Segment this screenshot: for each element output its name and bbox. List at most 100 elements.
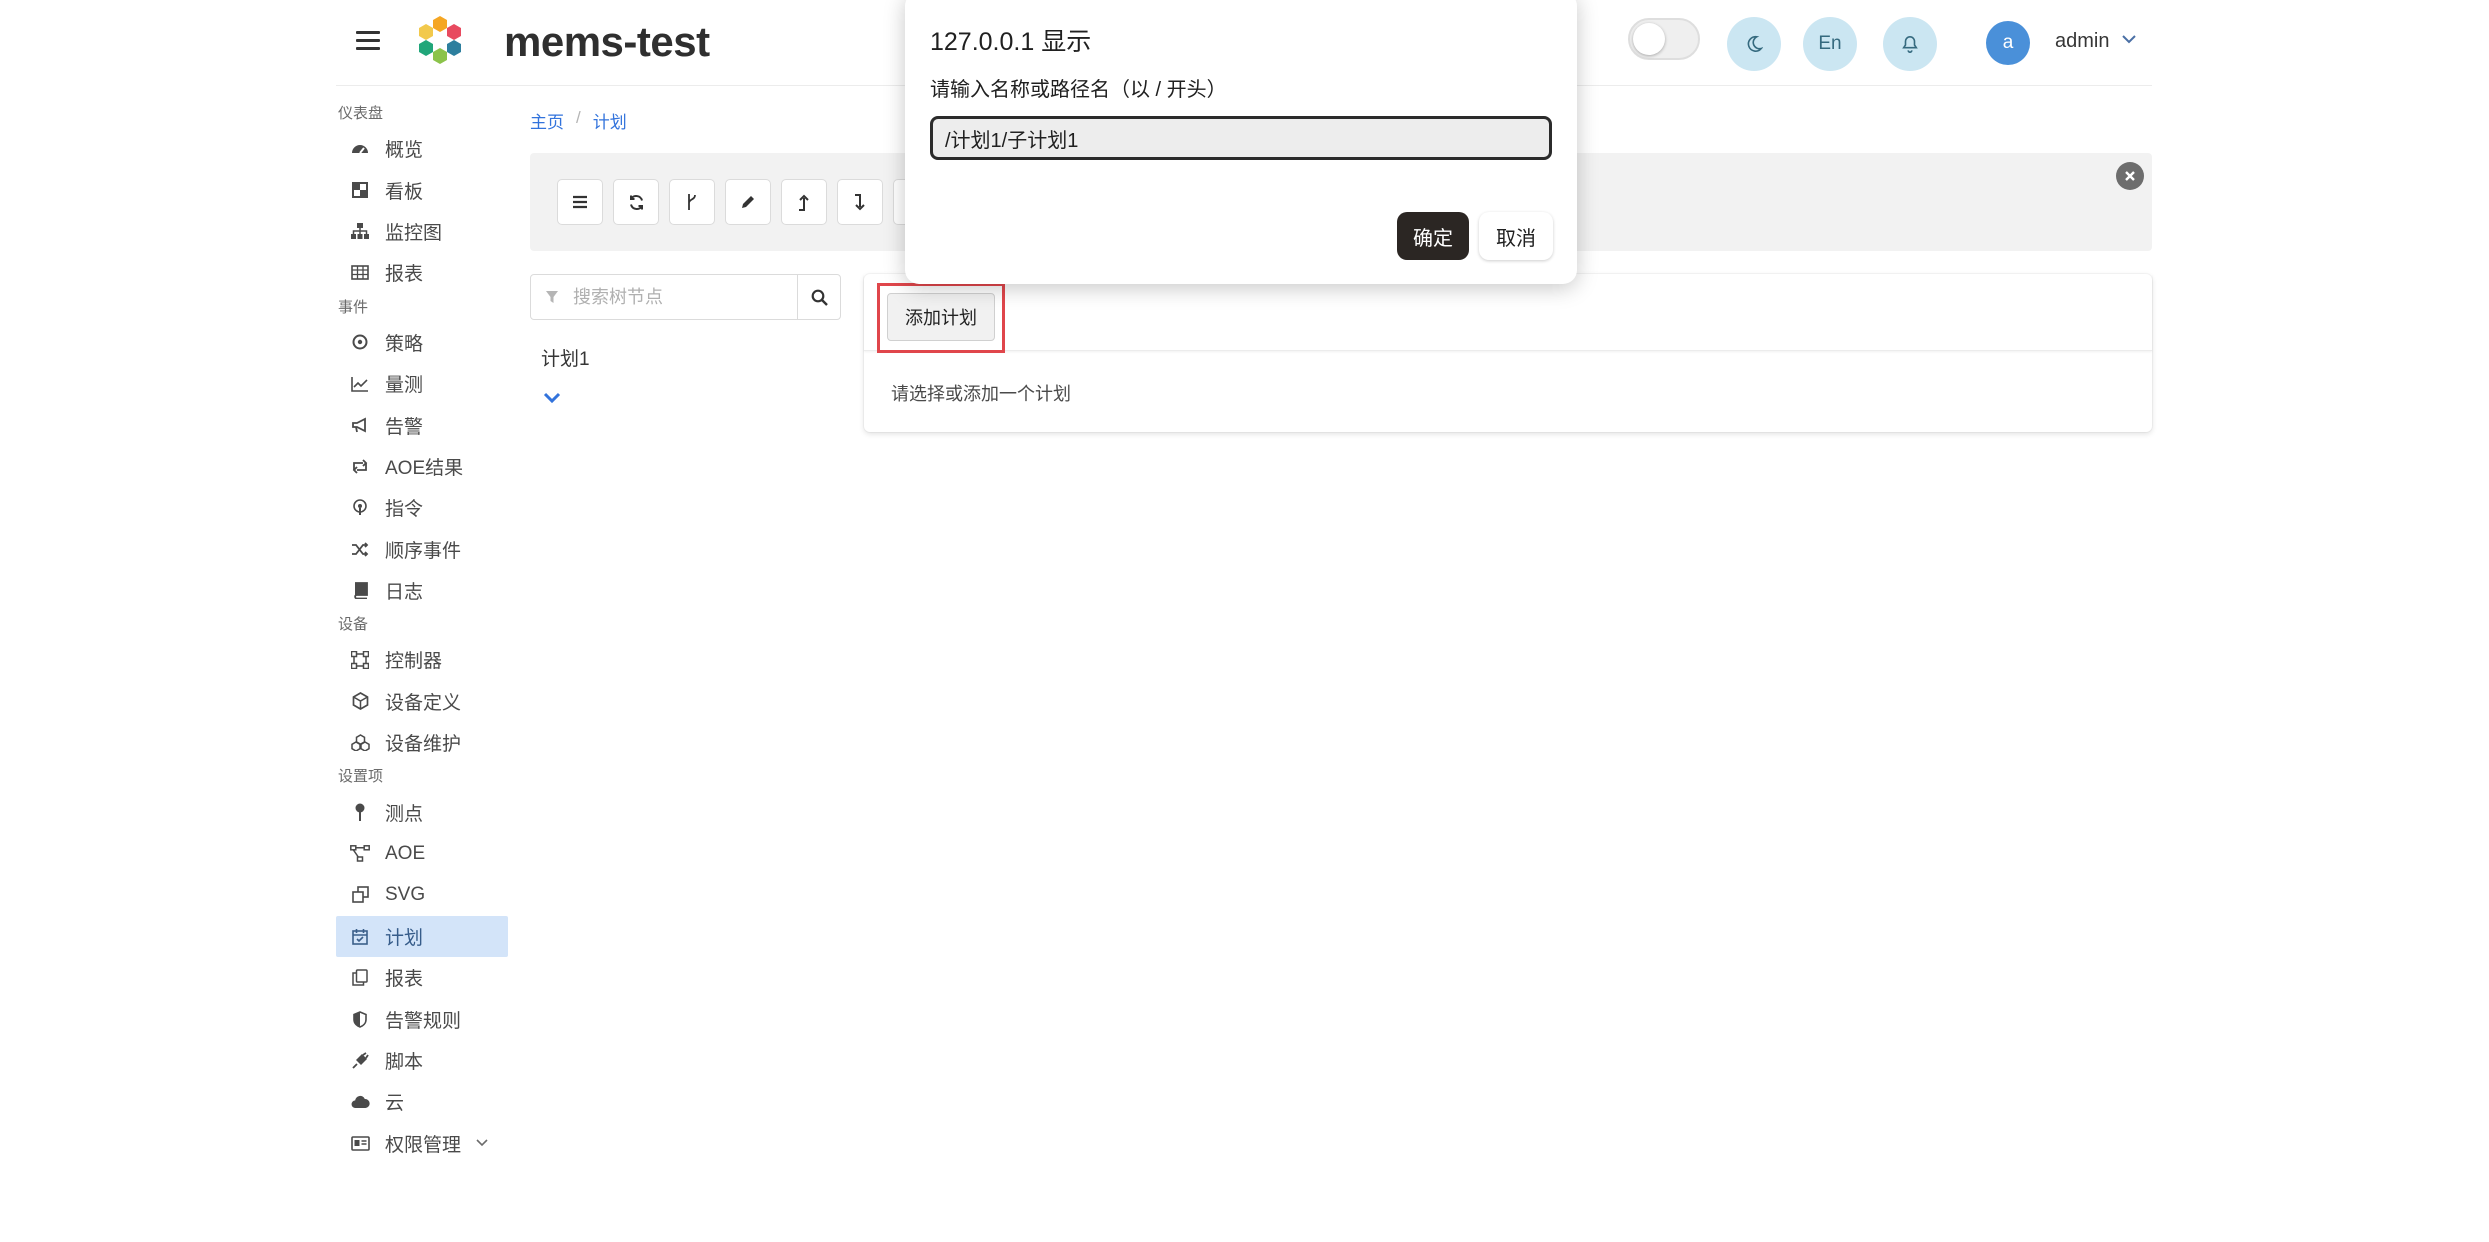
sidebar-section-label: 仪表盘: [338, 105, 384, 122]
cancel-button[interactable]: 取消: [1479, 212, 1553, 260]
breadcrumb: 主页 / 计划: [530, 108, 627, 133]
list-button[interactable]: [557, 179, 603, 225]
cube-icon: [350, 691, 370, 711]
sidebar-item-label: 设备定义: [385, 692, 462, 714]
sidebar-item-log[interactable]: 日志: [336, 570, 508, 611]
id-card-icon: [350, 1133, 370, 1153]
sidebar-item-aoe-result[interactable]: AOE结果: [336, 446, 508, 487]
sidebar-item-label: 概览: [385, 140, 424, 162]
menu-burger-icon[interactable]: [356, 31, 380, 53]
sidebar-item-label: 控制器: [385, 651, 443, 673]
pencil-icon: [742, 196, 754, 208]
filter-icon: [546, 291, 558, 303]
bullhorn-icon: [350, 415, 370, 435]
refresh-button[interactable]: [613, 179, 659, 225]
highlight-box: 添加计划: [877, 283, 1005, 353]
sidebar-section-label: 事件: [338, 298, 369, 316]
calendar-check-icon: [350, 926, 370, 946]
sidebar-item-label: 报表: [385, 969, 424, 991]
dialog-input[interactable]: [930, 116, 1552, 160]
sidebar-item-label: 量测: [385, 375, 424, 397]
breadcrumb-home-link[interactable]: 主页: [530, 108, 564, 133]
user-name[interactable]: admin: [2055, 30, 2109, 53]
sidebar-item-script[interactable]: 脚本: [336, 1040, 508, 1081]
sidebar-item-cloud[interactable]: 云: [336, 1081, 508, 1122]
vector-square-icon: [350, 650, 370, 670]
sidebar-item-device-definition[interactable]: 设备定义: [336, 681, 508, 722]
code-branch-icon: [688, 194, 696, 210]
add-plan-button[interactable]: 添加计划: [887, 293, 995, 341]
sidebar-item-label: 权限管理: [385, 1134, 462, 1156]
sidebar-item-svg[interactable]: SVG: [336, 874, 508, 915]
line-chart-icon: [350, 374, 370, 394]
search-icon: [811, 289, 828, 306]
sidebar-item-permission[interactable]: 权限管理: [336, 1123, 508, 1164]
sidebar-item-device-maintenance[interactable]: 设备维护: [336, 722, 508, 763]
podcast-icon: [350, 498, 370, 518]
breadcrumb-current-link[interactable]: 计划: [593, 108, 627, 133]
sidebar-item-plan[interactable]: 计划: [336, 915, 508, 958]
sidebar-item-alarm-rule[interactable]: 告警规则: [336, 998, 508, 1039]
compass-icon: [350, 332, 370, 352]
sidebar: 仪表盘 概览 看板 监控图 报表 事件 策略 量测 告警 AOE结果 指令 顺序…: [336, 100, 508, 1164]
shield-icon: [350, 1009, 370, 1029]
sidebar-item-label: 云: [385, 1093, 405, 1115]
tree-search-button[interactable]: [797, 274, 841, 320]
tree-search-field: [530, 274, 798, 320]
plan-card: 添加计划 请选择或添加一个计划: [864, 274, 2152, 432]
sidebar-item-report[interactable]: 报表: [336, 252, 508, 293]
sidebar-item-dashboard[interactable]: 看板: [336, 169, 508, 210]
sidebar-item-monitor[interactable]: 监控图: [336, 211, 508, 252]
sidebar-item-label: 监控图: [385, 222, 443, 244]
moon-icon: [1747, 35, 1763, 52]
sidebar-item-label: 顺序事件: [385, 540, 462, 562]
cloud-icon: [350, 1092, 370, 1112]
sidebar-item-strategy[interactable]: 策略: [336, 322, 508, 363]
tachometer-icon: [350, 139, 370, 159]
chevron-down-icon[interactable]: [542, 390, 562, 406]
sidebar-item-command[interactable]: 指令: [336, 487, 508, 528]
list-icon: [573, 195, 587, 209]
dark-mode-button[interactable]: [1727, 17, 1781, 71]
cubes-icon: [350, 733, 370, 753]
app-logo: [419, 16, 461, 64]
table-icon: [350, 263, 370, 283]
sidebar-item-label: 看板: [385, 181, 424, 203]
level-down-icon: [855, 193, 865, 210]
tree-search-input[interactable]: [573, 286, 773, 308]
breadcrumb-separator: /: [576, 108, 581, 127]
sidebar-item-label: 日志: [385, 582, 424, 604]
sidebar-item-aoe[interactable]: AOE: [336, 833, 508, 874]
sidebar-item-report-setting[interactable]: 报表: [336, 957, 508, 998]
theme-toggle-switch[interactable]: [1628, 18, 1700, 60]
move-up-button[interactable]: [781, 179, 827, 225]
sidebar-item-label: AOE结果: [385, 457, 464, 479]
dashboard-grid-icon: [350, 180, 370, 200]
retweet-icon: [350, 456, 370, 476]
ok-button[interactable]: 确定: [1397, 212, 1469, 260]
sidebar-item-label: 报表: [385, 264, 424, 286]
sidebar-item-controller[interactable]: 控制器: [336, 639, 508, 680]
close-icon[interactable]: [2116, 162, 2144, 190]
sidebar-item-label: 测点: [385, 803, 424, 825]
sidebar-item-label: 脚本: [385, 1052, 424, 1073]
sidebar-item-measurement[interactable]: 量测: [336, 363, 508, 404]
sidebar-item-alarm[interactable]: 告警: [336, 404, 508, 445]
branch-button[interactable]: [669, 179, 715, 225]
user-avatar[interactable]: a: [1986, 21, 2030, 65]
sidebar-item-overview[interactable]: 概览: [336, 128, 508, 169]
sidebar-item-label: 告警规则: [385, 1010, 462, 1032]
move-down-button[interactable]: [837, 179, 883, 225]
project-diagram-icon: [350, 844, 370, 864]
sidebar-item-label: 计划: [385, 927, 424, 949]
map-pin-icon: [350, 802, 370, 822]
empty-state-text: 请选择或添加一个计划: [891, 384, 1071, 404]
tree-node[interactable]: 计划1: [541, 344, 590, 371]
notifications-button[interactable]: [1883, 17, 1937, 71]
sidebar-item-sequence-event[interactable]: 顺序事件: [336, 529, 508, 570]
language-button[interactable]: En: [1803, 17, 1857, 71]
edit-button[interactable]: [725, 179, 771, 225]
chevron-down-icon[interactable]: [2120, 32, 2138, 46]
sidebar-item-label: 设备维护: [385, 734, 462, 756]
sidebar-item-point[interactable]: 测点: [336, 791, 508, 832]
